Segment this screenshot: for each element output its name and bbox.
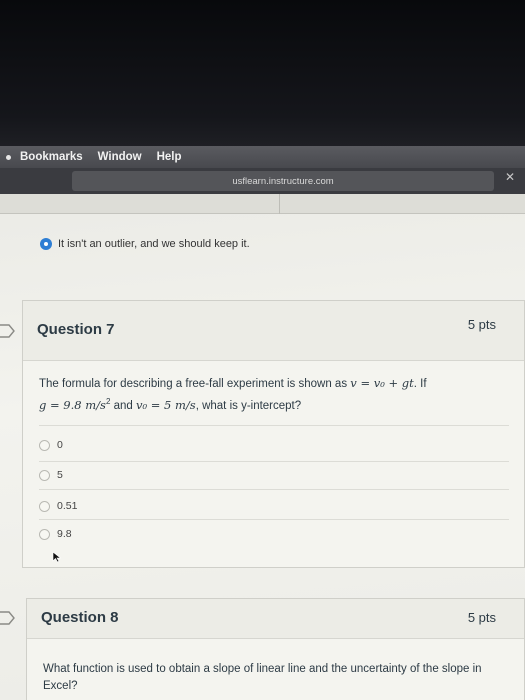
tab-divider <box>279 194 280 214</box>
q7-text-line1-end: . If <box>413 378 427 390</box>
option-9-8[interactable]: 9.8 <box>39 528 72 540</box>
question-7-text: The formula for describing a free-fall e… <box>39 375 499 415</box>
q7-gravity: g = 9.8 m/s <box>39 397 106 412</box>
apple-menu-icon[interactable] <box>6 154 11 160</box>
option-label: 5 <box>57 469 63 481</box>
option-0-51[interactable]: 0.51 <box>39 500 77 512</box>
address-bar[interactable]: usflearn.instructure.com <box>72 171 494 191</box>
option-label: 9.8 <box>57 528 72 540</box>
question-7-card: Question 7 5 pts The formula for describ… <box>22 300 525 568</box>
radio-button[interactable] <box>39 528 50 540</box>
menu-window[interactable]: Window <box>98 151 142 163</box>
q7-question-end: , what is y-intercept? <box>195 399 302 412</box>
q7-text-line1: The formula for describing a free-fall e… <box>39 378 348 390</box>
question-8-title: Question 8 <box>41 609 119 626</box>
previous-answer[interactable]: It isn't an outlier, and we should keep … <box>40 238 250 250</box>
option-label: 0.51 <box>57 500 78 512</box>
question-8-text: What function is used to obtain a slope … <box>43 663 482 692</box>
question-7-title: Question 7 <box>37 321 115 338</box>
question-8-card: Question 8 5 pts What function is used t… <box>26 598 525 700</box>
question-7-points: 5 pts <box>467 317 496 332</box>
question-flag-icon[interactable] <box>0 611 16 625</box>
question-8-header: Question 8 5 pts <box>27 599 524 639</box>
question-flag-icon[interactable] <box>0 324 16 338</box>
menu-bookmarks[interactable]: Bookmarks <box>20 151 83 163</box>
quiz-page: It isn't an outlier, and we should keep … <box>0 194 525 700</box>
previous-answer-label: It isn't an outlier, and we should keep … <box>58 238 250 250</box>
option-separator <box>39 425 509 426</box>
option-5[interactable]: 5 <box>39 469 63 481</box>
close-icon[interactable]: ✕ <box>505 170 515 184</box>
option-label: 0 <box>57 439 63 451</box>
browser-toolbar: usflearn.instructure.com ✕ <box>0 168 525 194</box>
q7-initial-velocity: v₀ = 5 m/s <box>135 397 196 412</box>
tab-strip <box>0 194 525 214</box>
screen-bezel <box>0 0 525 146</box>
mouse-cursor-icon <box>52 551 62 563</box>
address-text: usflearn.instructure.com <box>232 175 334 187</box>
radio-button[interactable] <box>39 469 50 481</box>
option-separator <box>39 519 509 520</box>
menu-help[interactable]: Help <box>157 151 182 163</box>
option-0[interactable]: 0 <box>39 439 63 451</box>
option-separator <box>39 489 509 490</box>
radio-button[interactable] <box>39 500 50 512</box>
radio-selected-icon[interactable] <box>40 238 52 250</box>
question-7-header: Question 7 5 pts <box>23 301 524 361</box>
question-8-points: 5 pts <box>467 610 496 625</box>
q7-and: and <box>110 399 136 412</box>
q7-formula: v = v₀ + gt <box>350 376 414 390</box>
menu-bar: Bookmarks Window Help <box>0 146 525 168</box>
radio-button[interactable] <box>39 439 50 451</box>
option-separator <box>39 461 509 462</box>
